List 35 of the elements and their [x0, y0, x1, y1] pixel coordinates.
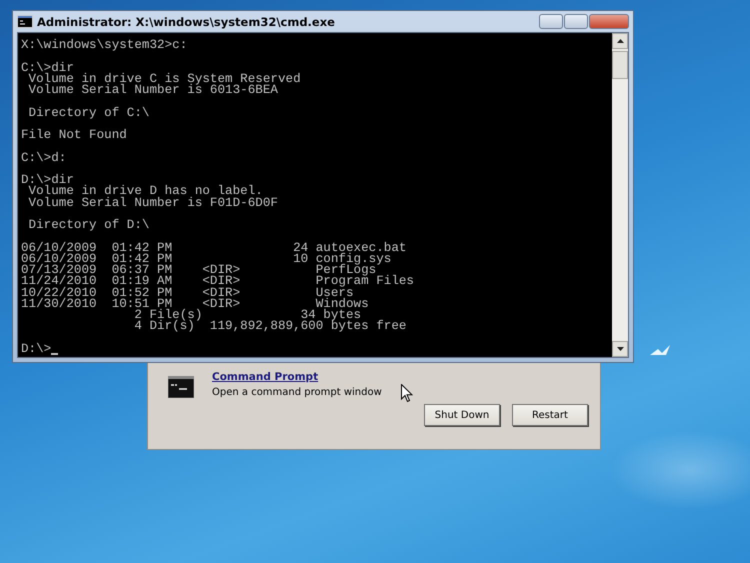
console-line: D:\>	[21, 344, 52, 355]
shut-down-button[interactable]: Shut Down	[424, 404, 500, 426]
console-line: 06/10/2009 01:42 PM 24 autoexec.bat	[21, 242, 406, 254]
window-title: Administrator: X:\windows\system32\cmd.exe	[37, 14, 335, 28]
console-line: X:\windows\system32>c:	[21, 40, 188, 52]
console-line: 4 Dir(s) 119,892,889,600 bytes free	[133, 321, 406, 332]
console-line: 06/10/2009 01:42 PM 10 config.sys	[21, 254, 392, 265]
console-line: 2 File(s) 34 bytes	[133, 310, 362, 322]
console-line: C:\>d:	[21, 152, 66, 164]
down-arrow-icon[interactable]	[616, 347, 624, 351]
console-line: C:\>dir	[21, 62, 74, 74]
vertical-scrollbar[interactable]	[612, 33, 628, 357]
console-line: File Not Found	[21, 130, 127, 142]
console-line: Volume in drive D has no label.	[28, 186, 263, 198]
console-icon	[17, 15, 33, 28]
console-line: Volume Serial Number is 6013-6BEA	[28, 85, 278, 96]
mouse-pointer-icon	[401, 384, 413, 403]
up-arrow-icon[interactable]	[616, 39, 624, 43]
text-cursor	[51, 352, 58, 355]
scrollbar-thumb[interactable]	[612, 51, 628, 79]
console-line: Volume in drive C is System Reserved	[28, 74, 301, 85]
restart-button[interactable]: Restart	[512, 404, 588, 426]
tool-description: Open a command prompt window	[212, 387, 382, 398]
console-line: 11/30/2010 10:51 PM <DIR> Windows	[21, 298, 369, 310]
close-button[interactable]	[589, 14, 629, 29]
minimize-button[interactable]	[539, 14, 563, 29]
console-line: Directory of C:\	[28, 108, 150, 119]
bird-icon	[650, 343, 670, 355]
console-line: 11/24/2010 01:19 AM <DIR> Program Files	[21, 276, 414, 288]
command-prompt-link[interactable]: Command Prompt	[212, 371, 382, 383]
console-line: Directory of D:\	[28, 220, 150, 232]
console-icon	[168, 376, 194, 398]
console-line: Volume Serial Number is F01D-6D0F	[28, 198, 278, 209]
console-line: 10/22/2010 01:52 PM <DIR> Users	[21, 288, 354, 299]
maximize-button[interactable]	[564, 14, 588, 29]
